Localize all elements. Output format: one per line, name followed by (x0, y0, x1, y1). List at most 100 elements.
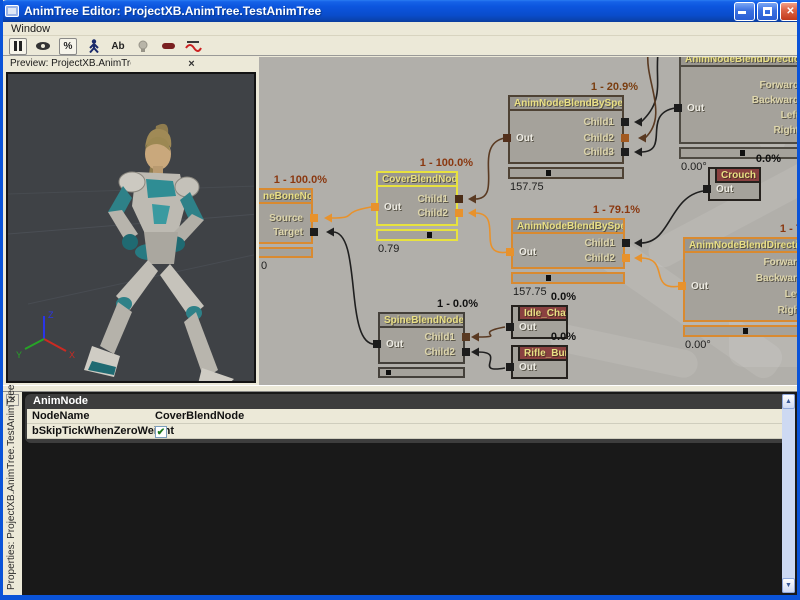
svg-text:Z: Z (48, 310, 54, 320)
anim-node-blend-direction-top-input-backward-label: Backward (752, 95, 799, 106)
properties-scrollbar[interactable]: ▲ ▼ (782, 394, 795, 593)
anim-node-blend-by-speed-top[interactable]: AnimNodeBlendBySpeedOutChild1Child2Child… (508, 95, 624, 164)
properties-vertical-title: Properties: ProjectXB.AnimTree.TestAnimT… (6, 408, 17, 590)
property-row-NodeName: NodeNameCoverBlendNode (27, 409, 785, 424)
anim-node-blend-by-speed-top-out-label: Out (516, 133, 533, 144)
anim-node-blend-by-speed-mid[interactable]: AnimNodeBlendBySpeedOutChild1Child2 (511, 218, 625, 269)
anim-node-blend-direction-top[interactable]: AnimNodeBlendDirection Out Forward Backward… (679, 57, 800, 144)
scroll-up-button[interactable]: ▲ (782, 394, 795, 409)
close-button[interactable]: ✕ (780, 2, 800, 21)
property-label: bSkipTickWhenZeroWeight (27, 424, 155, 438)
spine-blend-node-input-child1-connector[interactable] (462, 333, 470, 341)
menu-item-window[interactable]: Window (11, 23, 50, 35)
cover-blend-node-weight-slider[interactable] (376, 229, 458, 241)
anim-node-blend-direction-mid-weight-label: 1 - 79.1% (667, 223, 800, 235)
anim-node-blend-by-speed-top-input-child1-label: Child1 (583, 117, 614, 128)
idle-chat-out-connector[interactable] (506, 323, 514, 331)
anim-node-blend-direction-top-out-connector[interactable] (674, 104, 682, 112)
bone-node-left-weight-slider[interactable] (259, 247, 313, 258)
anim-node-blend-by-speed-mid-weight-label: 1 - 79.1% (480, 204, 640, 216)
anim-node-blend-by-speed-top-weight-slider[interactable] (508, 167, 624, 179)
cover-blend-node-out-connector[interactable] (371, 203, 379, 211)
cover-blend-node[interactable]: CoverBlendNodeOutChild1Child2 (376, 171, 458, 226)
horizontal-splitter[interactable] (3, 385, 797, 392)
anim-node-blend-by-speed-top-weight-label: 1 - 20.9% (478, 81, 638, 93)
title-bar[interactable]: AnimTree Editor: ProjectXB.AnimTree.Test… (0, 0, 800, 22)
property-label: NodeName (27, 409, 155, 423)
crouch-weight-label: 0.0% (621, 153, 781, 165)
bone-node-left[interactable]: neBoneNode Source Target (259, 188, 313, 244)
anim-node-blend-by-speed-mid-input-child2-connector[interactable] (622, 254, 630, 262)
anim-node-blend-direction-mid-weight-slider[interactable] (683, 325, 800, 337)
anim-node-blend-direction-top-input-forward-label: Forward (760, 80, 799, 91)
crouch-title: Crouch (715, 169, 759, 183)
animtree-graph-canvas[interactable]: AnimNodeBlendBySpeed Out Child1 Child2 Child… (259, 57, 800, 385)
anim-node-blend-direction-mid[interactable]: AnimNodeBlendDirectionOutForwardBackward… (683, 237, 800, 322)
anim-node-blend-direction-top-out-label: Out (687, 103, 704, 114)
anim-node-blend-by-speed-mid-out-connector[interactable] (506, 248, 514, 256)
crouch-out-connector[interactable] (703, 185, 711, 193)
capsule-button[interactable] (159, 38, 177, 55)
cover-blend-node-weight-label: 1 - 100.0% (313, 157, 473, 169)
cover-blend-node-title: CoverBlendNode (378, 173, 456, 187)
anim-node-blend-by-speed-top-out-connector[interactable] (503, 134, 511, 142)
ab-button[interactable]: Ab (109, 38, 127, 55)
bone-node-left-input-source-connector[interactable] (310, 214, 318, 222)
bone-node-left-weight-label: 1 - 100.0% (259, 174, 327, 186)
anim-node-blend-by-speed-mid-input-child1-connector[interactable] (622, 239, 630, 247)
anim-node-blend-by-speed-top-input-child1-connector[interactable] (621, 118, 629, 126)
spine-blend-node-slider-tick (386, 370, 391, 375)
spine-blend-node-weight-slider[interactable] (378, 367, 465, 378)
properties-grid: AnimNode NodeNameCoverBlendNodebSkipTick… (25, 394, 787, 443)
cover-blend-node-input-child1-connector[interactable] (455, 195, 463, 203)
menu-bar: Window (3, 22, 797, 36)
curve-button[interactable] (184, 38, 202, 55)
spine-blend-node-input-child2-connector[interactable] (462, 348, 470, 356)
property-category: AnimNode (25, 394, 787, 409)
bone-node-left-input-source-label: Source (269, 213, 303, 224)
maximize-button[interactable] (757, 2, 778, 21)
property-value[interactable]: CoverBlendNode (155, 409, 785, 423)
rifle-burst-title: Rifle_Burst (518, 347, 566, 361)
minimize-button[interactable] (734, 2, 755, 21)
bulb-button[interactable] (134, 38, 152, 55)
svg-text:X: X (69, 350, 75, 360)
spine-blend-node[interactable]: SpineBlendNodeOutChild1Child2 (378, 312, 465, 364)
person-button[interactable] (84, 38, 102, 55)
cover-blend-node-input-child2-connector[interactable] (455, 209, 463, 217)
anim-node-blend-by-speed-top-value: 157.75 (510, 181, 544, 193)
anim-node-blend-by-speed-mid-title: AnimNodeBlendBySpeed (513, 220, 623, 234)
properties-panel: × Properties: ProjectXB.AnimTree.TestAni… (3, 392, 797, 595)
scroll-down-button[interactable]: ▼ (782, 578, 795, 593)
bone-node-left-input-target-label: Target (273, 227, 303, 238)
spine-blend-node-weight-label: 1 - 0.0% (318, 298, 478, 310)
spine-blend-node-out-connector[interactable] (373, 340, 381, 348)
anim-node-blend-by-speed-mid-weight-slider[interactable] (511, 272, 625, 284)
anim-node-blend-direction-mid-out-connector[interactable] (678, 282, 686, 290)
idle-chat-title: Idle_Chat (518, 307, 566, 321)
bone-node-left-title: neBoneNode (259, 190, 311, 204)
toolbar: % Ab (3, 37, 797, 56)
spine-blend-node-input-child2-label: Child2 (424, 347, 455, 358)
bone-node-left-input-target-connector[interactable] (310, 228, 318, 236)
crouch-out-label: Out (716, 184, 733, 195)
anim-node-blend-by-speed-mid-input-child2-label: Child2 (584, 253, 615, 264)
preview-close-icon[interactable]: × (131, 58, 252, 71)
anim-node-blend-by-speed-top-input-child2-connector[interactable] (621, 134, 629, 142)
anim-node-blend-direction-mid-title: AnimNodeBlendDirection (685, 239, 800, 253)
cover-blend-node-input-child1-label: Child1 (417, 194, 448, 205)
anim-node-blend-by-speed-mid-input-child1-label: Child1 (584, 238, 615, 249)
eye-button[interactable] (34, 38, 52, 55)
anim-node-blend-direction-mid-input-right-label: Right (777, 305, 800, 316)
character-preview: Z X Y (8, 74, 256, 383)
anim-node-blend-direction-top-title: AnimNodeBlendDirection (681, 57, 800, 67)
pause-button[interactable] (9, 38, 27, 55)
crouch[interactable]: CrouchOut (708, 167, 761, 201)
property-checkbox-bSkipTickWhenZeroWeight[interactable]: ✔ (155, 426, 167, 438)
percent-button[interactable]: % (59, 38, 77, 55)
svg-text:Y: Y (16, 350, 22, 360)
rifle-burst[interactable]: Rifle_BurstOut (511, 345, 568, 379)
preview-viewport[interactable]: Z X Y (6, 72, 256, 383)
window-title: AnimTree Editor: ProjectXB.AnimTree.Test… (24, 4, 734, 18)
rifle-burst-out-connector[interactable] (506, 363, 514, 371)
